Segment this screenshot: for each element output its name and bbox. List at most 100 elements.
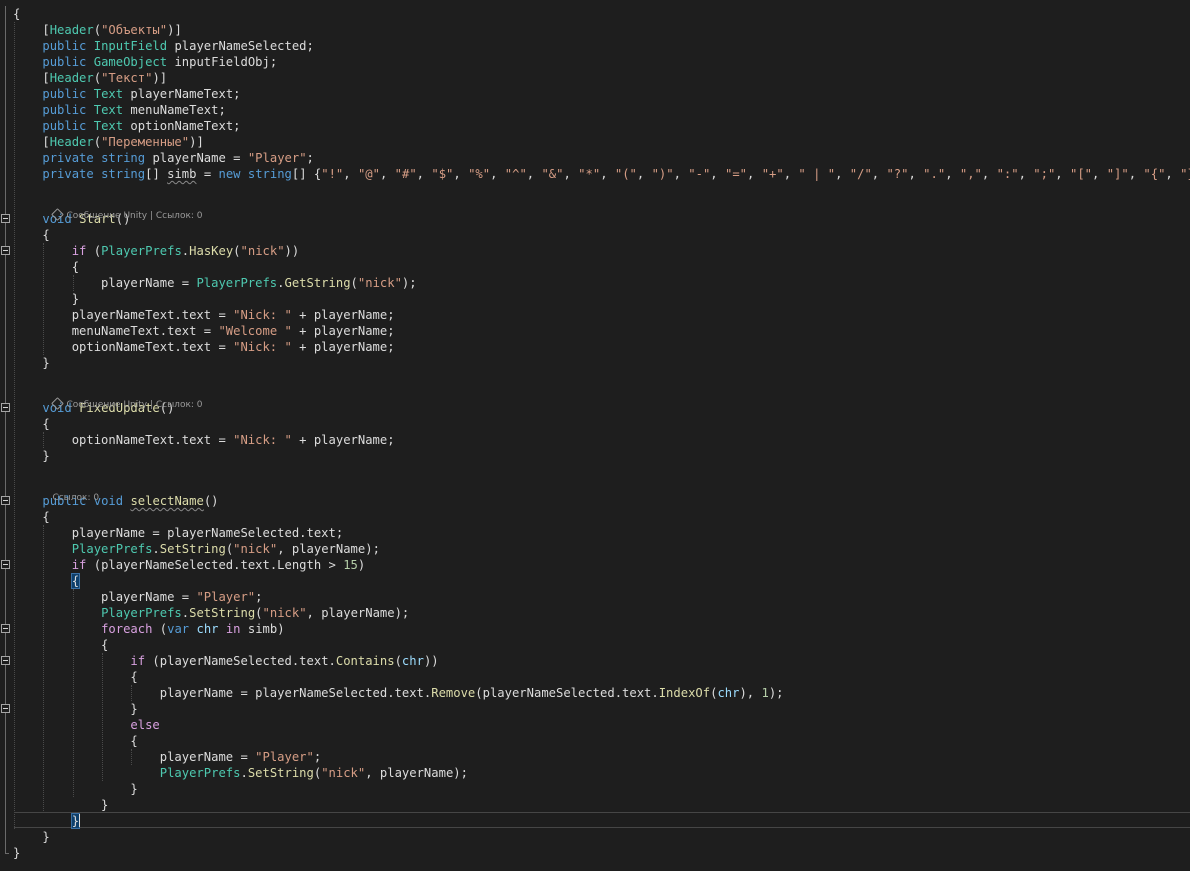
- code-line[interactable]: playerName = playerNameSelected.text.Rem…: [13, 685, 784, 701]
- code-line[interactable]: playerName = PlayerPrefs.GetString("nick…: [13, 275, 417, 291]
- code-token: PlayerPrefs: [196, 276, 278, 290]
- code-line[interactable]: [Header("Переменные")]: [13, 134, 203, 150]
- code-token: (: [93, 71, 102, 85]
- code-lens-fixed-update[interactable]: Сообщение Unity | Ссылок: 0: [41, 387, 203, 410]
- code-line[interactable]: }: [13, 355, 49, 371]
- code-lens-fixed-update-text[interactable]: Сообщение Unity | Ссылок: 0: [66, 400, 202, 410]
- collapse-minus-icon[interactable]: [1, 214, 10, 223]
- code-line[interactable]: if (playerNameSelected.text.Length > 15): [13, 557, 366, 573]
- code-token: "Welcome ": [218, 324, 292, 338]
- code-line[interactable]: {: [13, 637, 108, 653]
- code-line[interactable]: }: [13, 448, 49, 464]
- code-lens-start[interactable]: Сообщение Unity | Ссылок: 0: [41, 198, 203, 221]
- code-token: .: [152, 542, 160, 556]
- code-token: SetString: [247, 766, 314, 780]
- collapse-minus-icon[interactable]: [1, 560, 10, 569]
- code-token: ,: [636, 167, 652, 181]
- code-line[interactable]: {: [13, 669, 137, 685]
- collapse-minus-icon[interactable]: [1, 704, 10, 713]
- code-line[interactable]: }: [13, 291, 79, 307]
- code-line[interactable]: private string[] simb = new string[] {"!…: [13, 166, 1190, 182]
- code-lens-select-name[interactable]: Ссылок: 0: [41, 480, 99, 503]
- code-token: "(": [614, 167, 637, 181]
- collapse-minus-icon[interactable]: [1, 496, 10, 505]
- code-token: ,: [783, 167, 799, 181]
- code-line[interactable]: PlayerPrefs.SetString("nick", playerName…: [13, 765, 468, 781]
- code-line[interactable]: optionNameText.text = "Nick: " + playerN…: [13, 432, 395, 448]
- code-token: "#": [394, 167, 417, 181]
- code-token: simb: [167, 167, 197, 181]
- code-line[interactable]: {: [13, 573, 81, 589]
- code-token: (: [93, 23, 102, 37]
- code-lens-start-text[interactable]: Сообщение Unity | Ссылок: 0: [66, 211, 202, 221]
- collapse-minus-icon[interactable]: [1, 624, 10, 633]
- code-line[interactable]: if (PlayerPrefs.HasKey("nick")): [13, 243, 300, 259]
- code-line[interactable]: if (playerNameSelected.text.Contains(chr…: [13, 653, 438, 669]
- code-line[interactable]: playerNameText.text = "Nick: " + playerN…: [13, 307, 395, 323]
- code-line[interactable]: {: [13, 733, 137, 749]
- code-token: (playerNameSelected.text.Length >: [86, 558, 344, 572]
- code-line[interactable]: public Text menuNameText;: [13, 102, 226, 118]
- code-line[interactable]: playerName = "Player";: [13, 749, 321, 765]
- code-token: "^": [504, 167, 527, 181]
- code-token: );: [401, 276, 417, 290]
- code-line[interactable]: public InputField playerNameSelected;: [13, 38, 314, 54]
- code-token: }: [13, 292, 80, 306]
- code-line[interactable]: PlayerPrefs.SetString("nick", playerName…: [13, 605, 409, 621]
- code-token: )): [284, 244, 300, 258]
- code-token: HasKey: [189, 244, 234, 258]
- code-line[interactable]: }: [13, 829, 49, 845]
- text-caret: [79, 814, 81, 827]
- code-token: (: [233, 244, 241, 258]
- code-line[interactable]: {: [13, 6, 20, 22]
- code-token: ",": [959, 167, 982, 181]
- code-token: PlayerPrefs: [101, 244, 182, 258]
- code-line[interactable]: }: [13, 701, 137, 717]
- code-token: (: [394, 654, 402, 668]
- code-editor[interactable]: { [Header("Объекты")] public InputField …: [0, 0, 1190, 871]
- code-token: "!": [321, 167, 344, 181]
- code-token: "}": [1180, 167, 1190, 181]
- code-line[interactable]: }: [13, 781, 137, 797]
- code-token: menuNameText;: [123, 103, 226, 117]
- code-line[interactable]: private string playerName = "Player";: [13, 150, 314, 166]
- code-line[interactable]: menuNameText.text = "Welcome " + playerN…: [13, 323, 395, 339]
- code-token: ,: [981, 167, 997, 181]
- code-line[interactable]: public GameObject inputFieldObj;: [13, 54, 277, 70]
- code-token: var: [167, 622, 190, 636]
- code-token: playerName = playerNameSelected.text;: [13, 526, 344, 540]
- code-lens-select-name-text[interactable]: Ссылок: 0: [52, 493, 99, 503]
- code-token: )]: [152, 71, 168, 85]
- code-line[interactable]: public Text playerNameText;: [13, 86, 240, 102]
- code-line[interactable]: [Header("Текст")]: [13, 70, 167, 86]
- code-line[interactable]: else: [13, 717, 159, 733]
- code-token: public: [42, 119, 87, 133]
- code-line[interactable]: {: [13, 259, 79, 275]
- code-line[interactable]: }: [13, 813, 81, 829]
- collapse-minus-icon[interactable]: [1, 246, 10, 255]
- code-line[interactable]: }: [13, 797, 108, 813]
- code-line[interactable]: optionNameText.text = "Nick: " + playerN…: [13, 339, 395, 355]
- code-token: ,: [1018, 167, 1034, 181]
- code-line[interactable]: }: [13, 845, 20, 861]
- collapse-minus-icon[interactable]: [1, 403, 10, 412]
- code-line[interactable]: public Text optionNameText;: [13, 118, 240, 134]
- code-line[interactable]: playerName = "Player";: [13, 589, 262, 605]
- collapse-minus-icon[interactable]: [1, 656, 10, 665]
- code-line[interactable]: playerName = playerNameSelected.text;: [13, 525, 344, 541]
- code-line[interactable]: foreach (var chr in simb): [13, 621, 285, 637]
- code-line[interactable]: PlayerPrefs.SetString("nick", playerName…: [13, 541, 380, 557]
- code-line[interactable]: [Header("Объекты")]: [13, 22, 181, 38]
- code-token: playerName = playerNameSelected.text.: [13, 686, 432, 700]
